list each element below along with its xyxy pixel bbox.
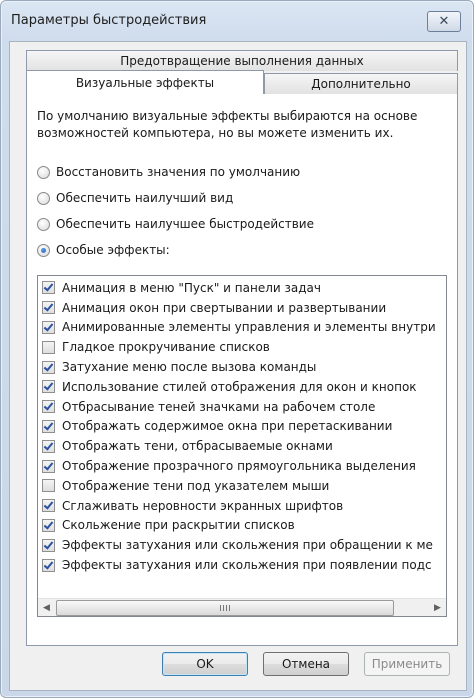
effect-item[interactable]: Эффекты затухания или скольжения при обр… (40, 535, 444, 555)
radio-button[interactable] (37, 165, 50, 179)
effect-item[interactable]: Анимация окон при свертывании и разверты… (40, 298, 444, 318)
effect-label: Использование стилей отображения для око… (62, 379, 417, 394)
scrollbar-thumb[interactable] (56, 600, 394, 616)
checkbox-checked[interactable] (42, 538, 55, 552)
checkbox-checked[interactable] (42, 499, 55, 513)
checkbox-checked[interactable] (42, 281, 55, 295)
visual-effects-panel: По умолчанию визуальные эффекты выбирают… (26, 93, 458, 646)
checkbox-checked[interactable] (42, 558, 55, 572)
radio-button[interactable] (37, 191, 50, 205)
effect-item[interactable]: Отображать тени, отбрасываемые окнами (40, 436, 444, 456)
effect-label: Отображение прозрачного прямоугольника в… (62, 459, 416, 474)
effect-label: Анимация в меню "Пуск" и панели задач (62, 280, 321, 295)
radio-label: Восстановить значения по умолчанию (56, 165, 301, 179)
effect-label: Сглаживать неровности экранных шрифтов (62, 498, 344, 513)
radio-custom[interactable]: Особые эффекты: (37, 241, 170, 259)
effect-label: Гладкое прокручивание списков (62, 340, 270, 355)
effect-item[interactable]: Затухание меню после вызова команды (40, 357, 444, 377)
effect-label: Эффекты затухания или скольжения при поя… (62, 558, 432, 573)
effect-label: Отображать содержимое окна при перетаски… (62, 419, 393, 434)
effect-item[interactable]: Анимация в меню "Пуск" и панели задач (40, 278, 444, 298)
cancel-button[interactable]: Отмена (263, 652, 349, 676)
effect-label: Эффекты затухания или скольжения при обр… (62, 538, 433, 553)
checkbox-checked[interactable] (42, 360, 55, 374)
radio-best-appearance[interactable]: Обеспечить наилучший вид (37, 189, 233, 207)
effect-item[interactable]: Сглаживать неровности экранных шрифтов (40, 496, 444, 516)
performance-options-window: Параметры быстродействия ✕ Предотвращени… (0, 0, 474, 698)
radio-button[interactable] (37, 217, 50, 231)
effect-item[interactable]: Отбрасывание теней значками на рабочем с… (40, 397, 444, 417)
ok-button[interactable]: OK (162, 652, 248, 676)
scroll-right-arrow-icon[interactable]: ▶ (429, 599, 446, 616)
checkbox-checked[interactable] (42, 439, 55, 453)
checkbox-unchecked[interactable] (42, 340, 55, 354)
effect-item[interactable]: Использование стилей отображения для око… (40, 377, 444, 397)
effect-item[interactable]: Отображение тени под указателем мыши (40, 476, 444, 496)
checkbox-checked[interactable] (42, 400, 55, 414)
effect-item[interactable]: Отображать содержимое окна при перетаски… (40, 417, 444, 437)
effect-item[interactable]: Анимированные элементы управления и элем… (40, 318, 444, 338)
tab-data-execution-prevention[interactable]: Предотвращение выполнения данных (26, 50, 458, 71)
scroll-left-arrow-icon[interactable]: ◀ (38, 599, 55, 616)
grip-icon (220, 605, 230, 611)
close-icon: ✕ (438, 14, 450, 29)
effect-label: Скольжение при раскрытии списков (62, 518, 295, 533)
effect-item[interactable]: Отображение прозрачного прямоугольника в… (40, 456, 444, 476)
radio-label: Обеспечить наилучший вид (56, 191, 234, 205)
effect-label: Отображение тени под указателем мыши (62, 478, 330, 493)
effect-item[interactable]: Эффекты затухания или скольжения при поя… (40, 555, 444, 575)
description-text: По умолчанию визуальные эффекты выбирают… (37, 109, 418, 140)
radio-restore-defaults[interactable]: Восстановить значения по умолчанию (37, 163, 300, 181)
title-bar[interactable]: Параметры быстродействия ✕ (1, 1, 473, 41)
effects-list[interactable]: Анимация в меню "Пуск" и панели задач Ани… (37, 275, 447, 617)
window-title: Параметры быстродействия (11, 13, 207, 28)
checkbox-checked[interactable] (42, 380, 55, 394)
dialog-body: Предотвращение выполнения данных Визуаль… (9, 41, 467, 691)
radio-best-performance[interactable]: Обеспечить наилучшее быстродействие (37, 215, 314, 233)
effect-item[interactable]: Скольжение при раскрытии списков (40, 516, 444, 536)
effect-label: Отбрасывание теней значками на рабочем с… (62, 399, 376, 414)
effect-label: Затухание меню после вызова команды (62, 360, 317, 375)
tab-visual-effects[interactable]: Визуальные эффекты (26, 70, 264, 94)
horizontal-scrollbar[interactable]: ◀ ▶ (38, 598, 446, 616)
radio-button[interactable] (37, 243, 50, 257)
radio-label: Особые эффекты: (56, 243, 170, 257)
effect-item[interactable]: Гладкое прокручивание списков (40, 337, 444, 357)
checkbox-checked[interactable] (42, 419, 55, 433)
tab-advanced[interactable]: Дополнительно (264, 73, 458, 94)
checkbox-checked[interactable] (42, 459, 55, 473)
effect-label: Отображать тени, отбрасываемые окнами (62, 439, 333, 454)
checkbox-checked[interactable] (42, 518, 55, 532)
checkbox-unchecked[interactable] (42, 479, 55, 493)
radio-label: Обеспечить наилучшее быстродействие (56, 217, 314, 231)
effect-label: Анимированные элементы управления и элем… (62, 320, 436, 335)
checkbox-checked[interactable] (42, 320, 55, 334)
apply-button[interactable]: Применить (364, 652, 450, 676)
checkbox-checked[interactable] (42, 301, 55, 315)
effect-label: Анимация окон при свертывании и разверты… (62, 300, 387, 315)
close-button[interactable]: ✕ (427, 11, 461, 32)
effects-items: Анимация в меню "Пуск" и панели задач Ани… (40, 278, 444, 575)
